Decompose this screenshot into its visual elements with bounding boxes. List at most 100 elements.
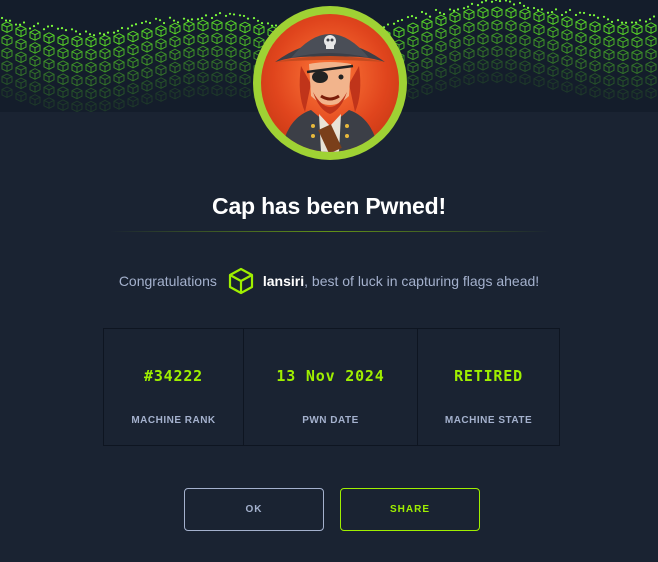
banner-dot: [102, 33, 106, 36]
banner-cube: [547, 26, 559, 38]
banner-cube: [1, 86, 13, 99]
banner-cube: [85, 35, 97, 48]
banner-dot: [484, 0, 488, 2]
banner-cube: [15, 77, 27, 90]
banner-cube: [631, 62, 643, 74]
banner-cube: [407, 74, 419, 87]
banner-dot: [592, 14, 596, 17]
banner-cube: [43, 45, 55, 57]
banner-dot: [210, 16, 214, 20]
banner-dot: [126, 27, 130, 30]
banner-cube: [169, 35, 181, 48]
banner-dot: [204, 14, 208, 17]
banner-cube: [183, 33, 195, 46]
banner-cube: [99, 73, 111, 86]
banner-dot: [536, 8, 540, 12]
banner-cube: [449, 37, 461, 49]
banner-cube: [29, 55, 41, 67]
banner-cube: [645, 48, 657, 60]
ok-button[interactable]: OK: [184, 488, 324, 531]
banner-cube: [519, 60, 531, 73]
banner-cube: [533, 23, 545, 36]
banner-cube: [141, 40, 153, 53]
banner-cube: [43, 84, 55, 96]
banner-cube: [85, 61, 97, 74]
banner-dot: [550, 10, 554, 14]
banner-cube: [155, 64, 167, 76]
banner-cube: [183, 20, 195, 33]
banner-cube: [169, 87, 181, 100]
banner-dot: [574, 13, 578, 17]
banner-cube: [57, 34, 69, 47]
banner-dot: [224, 14, 228, 17]
banner-cube: [85, 100, 97, 112]
banner-dot: [456, 8, 460, 11]
banner-cube: [477, 59, 489, 71]
banner-cube: [169, 48, 181, 61]
banner-cube: [141, 79, 153, 92]
banner-dot: [144, 20, 148, 23]
banner-dot: [648, 18, 652, 21]
banner-cube: [239, 60, 251, 73]
banner-cube: [561, 68, 573, 80]
banner-cube: [155, 90, 167, 102]
banner-cube: [505, 6, 517, 19]
banner-cube: [211, 45, 223, 58]
banner-cube: [477, 33, 489, 45]
banner-dot: [546, 11, 550, 14]
banner-cube: [57, 86, 69, 99]
banner-dot: [260, 21, 264, 25]
banner-dot: [162, 21, 166, 25]
banner-dot: [32, 25, 36, 28]
banner-dot: [242, 14, 246, 18]
banner-dot: [92, 34, 96, 37]
banner-dot: [176, 21, 180, 24]
banner-cube: [463, 47, 475, 60]
banner-cube: [141, 92, 153, 105]
banner-dot: [630, 21, 634, 24]
banner-cube: [505, 45, 517, 58]
banner-cube: [197, 84, 209, 97]
banner-cube: [477, 46, 489, 58]
banner-dot: [540, 8, 544, 11]
username-link[interactable]: lansiri: [263, 273, 304, 289]
banner-cube: [575, 57, 587, 70]
banner-cube: [99, 34, 111, 47]
banner-cube: [197, 58, 209, 71]
banner-dot: [442, 13, 446, 16]
banner-cube: [127, 69, 139, 82]
banner-cube: [211, 84, 223, 97]
banner-dot: [434, 8, 438, 12]
banner-cube: [57, 73, 69, 86]
banner-cube: [561, 42, 573, 54]
banner-cube: [617, 75, 629, 88]
banner-dot: [526, 6, 530, 9]
banner-dot: [638, 19, 642, 22]
banner-cube: [561, 55, 573, 67]
banner-dot: [120, 26, 124, 30]
banner-cube: [183, 72, 195, 85]
banner-dot: [554, 8, 558, 11]
banner-cube: [463, 8, 475, 21]
banner-cube: [57, 99, 69, 112]
banner-cube: [211, 19, 223, 32]
banner-cube: [561, 29, 573, 41]
banner-cube: [435, 40, 447, 53]
banner-cube: [113, 85, 125, 97]
banner-cube: [155, 77, 167, 89]
machine-rank-value: #34222: [144, 367, 203, 385]
banner-dot: [18, 23, 22, 26]
banner-dot: [476, 4, 480, 7]
banner-dot: [98, 32, 102, 35]
banner-cube: [589, 34, 601, 46]
banner-dot: [616, 19, 620, 22]
banner-cube: [477, 20, 489, 32]
banner-cube: [29, 81, 41, 93]
banner-cube: [533, 10, 545, 23]
banner-dot: [508, 0, 512, 3]
share-button[interactable]: SHARE: [340, 488, 480, 531]
banner-cube: [491, 45, 503, 58]
banner-cube: [15, 64, 27, 77]
banner-dot: [46, 25, 50, 28]
banner-dot: [564, 11, 568, 14]
